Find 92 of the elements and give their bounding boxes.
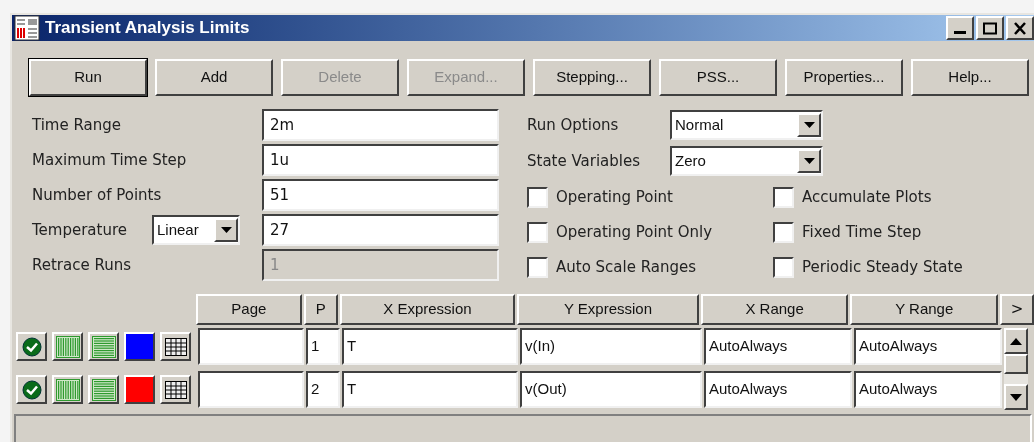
dropdown-value: Zero: [674, 150, 707, 171]
dropdown[interactable]: Zero: [670, 146, 823, 176]
minimize-button[interactable]: [946, 16, 974, 40]
table-button[interactable]: [160, 332, 191, 361]
minimize-icon: [954, 31, 966, 34]
window-title: Transient Analysis Limits: [45, 17, 250, 40]
down-arrow-icon: [1010, 393, 1022, 401]
input-field[interactable]: 1u: [262, 144, 499, 176]
table-cell[interactable]: v(Out): [520, 371, 702, 408]
color-swatch[interactable]: [124, 375, 155, 404]
field-label: Time Range: [32, 114, 123, 136]
down-arrow-icon: [803, 158, 815, 164]
toolbar-button[interactable]: Properties...: [785, 59, 903, 96]
checkbox[interactable]: [773, 186, 794, 208]
input-field[interactable]: 2m: [262, 109, 499, 141]
more-columns-button[interactable]: >: [1000, 294, 1034, 325]
checkbox[interactable]: [527, 256, 548, 278]
table-cell[interactable]: 1: [306, 328, 340, 365]
checkbox-label: Periodic Steady State: [802, 256, 963, 278]
checkbox[interactable]: [773, 256, 794, 278]
scroll-up-button[interactable]: [1004, 328, 1028, 354]
enable-toggle-button[interactable]: [16, 375, 47, 404]
checkbox-label: Fixed Time Step: [802, 221, 922, 243]
table-cell[interactable]: v(In): [520, 328, 702, 365]
field-label: Number of Points: [32, 184, 163, 206]
horizontal-grid-button[interactable]: [88, 375, 119, 404]
scrollbar[interactable]: [1004, 328, 1028, 410]
column-header[interactable]: P: [303, 294, 338, 325]
field-label: Temperature: [32, 219, 129, 241]
vertical-grid-button[interactable]: [52, 375, 83, 404]
column-header[interactable]: X Range: [700, 294, 849, 325]
close-button[interactable]: [1006, 16, 1034, 40]
table-cell[interactable]: AutoAlways: [854, 371, 1002, 408]
enable-toggle-button[interactable]: [16, 332, 47, 361]
checkbox-label: Auto Scale Ranges: [556, 256, 697, 278]
field-label: Maximum Time Step: [32, 149, 188, 171]
option-label: State Variables: [527, 150, 642, 172]
toolbar-button[interactable]: Run: [29, 59, 147, 96]
checkbox[interactable]: [527, 221, 548, 243]
dropdown[interactable]: Linear: [152, 215, 240, 245]
field-label: Retrace Runs: [32, 254, 133, 276]
toolbar-button[interactable]: Stepping...: [533, 59, 651, 96]
option-label: Run Options: [527, 114, 620, 136]
column-header[interactable]: Page: [196, 294, 302, 325]
horizontal-lines-icon: [91, 378, 116, 401]
column-header[interactable]: Y Expression: [517, 294, 699, 325]
checkbox-label: Accumulate Plots: [802, 186, 932, 208]
close-icon: [1013, 21, 1027, 35]
checkbox[interactable]: [773, 221, 794, 243]
column-header[interactable]: X Expression: [339, 294, 516, 325]
table-icon: [164, 337, 187, 356]
column-header[interactable]: Y Range: [850, 294, 999, 325]
horizontal-grid-button[interactable]: [88, 332, 119, 361]
table-cell[interactable]: 2: [306, 371, 340, 408]
scroll-down-button[interactable]: [1004, 384, 1028, 410]
color-swatch[interactable]: [124, 332, 155, 361]
maximize-button[interactable]: [976, 16, 1004, 40]
table-cell[interactable]: T: [342, 371, 518, 408]
dropdown-value: Linear: [156, 219, 200, 240]
horizontal-lines-icon: [91, 335, 116, 358]
vertical-grid-button[interactable]: [52, 332, 83, 361]
toolbar-button[interactable]: Help...: [911, 59, 1029, 96]
up-arrow-icon: [1010, 337, 1022, 345]
vertical-lines-icon: [55, 335, 80, 358]
table-cell[interactable]: [198, 328, 304, 365]
scroll-thumb[interactable]: [1004, 354, 1028, 374]
table-cell[interactable]: T: [342, 328, 518, 365]
checkbox-label: Operating Point: [556, 186, 673, 208]
toolbar-button[interactable]: Add: [155, 59, 273, 96]
checkbox[interactable]: [527, 186, 548, 208]
check-circle-icon: [21, 336, 42, 357]
dropdown[interactable]: Normal: [670, 110, 823, 140]
maximize-icon: [983, 21, 997, 35]
input-field[interactable]: 51: [262, 179, 499, 211]
check-circle-icon: [21, 379, 42, 400]
table-cell[interactable]: AutoAlways: [704, 328, 852, 365]
app-icon: [14, 15, 40, 41]
down-arrow-icon: [803, 122, 815, 128]
table-button[interactable]: [160, 375, 191, 404]
down-arrow-icon: [220, 227, 232, 233]
dropdown-arrow-button[interactable]: [214, 218, 238, 242]
input-field[interactable]: 27: [262, 214, 499, 246]
toolbar-button[interactable]: PSS...: [659, 59, 777, 96]
dropdown-arrow-button[interactable]: [797, 113, 821, 137]
dropdown-arrow-button[interactable]: [797, 149, 821, 173]
table-cell[interactable]: AutoAlways: [854, 328, 1002, 365]
table-icon: [164, 380, 187, 399]
checkbox-label: Operating Point Only: [556, 221, 713, 243]
vertical-lines-icon: [55, 378, 80, 401]
dropdown-value: Normal: [674, 114, 725, 135]
table-cell[interactable]: AutoAlways: [704, 371, 852, 408]
table-cell[interactable]: [198, 371, 304, 408]
